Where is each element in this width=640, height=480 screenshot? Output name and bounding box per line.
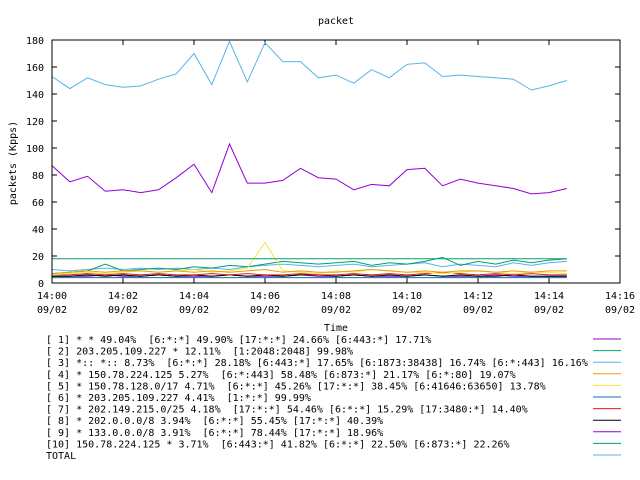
series-line [51,40,567,91]
x-tick-time: 14:12 [463,291,493,302]
x-tick-time: 14:08 [321,291,351,302]
legend-label: [ 4] * 150.78.224.125 5.27% [6:*:443] 58… [46,370,516,381]
plot-frame [51,39,621,284]
x-tick-time: 14:02 [108,291,138,302]
x-tick-time: 14:06 [250,291,280,302]
chart-title: packet [318,16,354,27]
y-tick-label: 180 [26,36,44,47]
x-tick-date: 09/02 [108,305,138,316]
legend-label: [ 2] 203.205.109.227 * 12.11% [1:2048:20… [46,347,353,358]
legend-label: [ 6] * 203.205.109.227 4.41% [1:*:*] 99.… [46,393,311,404]
series-line [51,142,567,195]
x-tick-date: 09/02 [463,305,493,316]
x-axis-label: Time [324,323,348,334]
y-tick-label: 80 [32,171,44,182]
x-tick-time: 14:00 [37,291,67,302]
legend-label: TOTAL [46,451,76,462]
legend-label: [ 8] * 202.0.0.0/8 3.94% [6:*:*] 55.45% … [46,416,383,427]
packet-chart: packet packets (Kpps) Time 0 20 40 60 80 100 1… [8,16,635,462]
x-tick-time: 14:16 [605,291,635,302]
x-tick-date: 09/02 [37,305,67,316]
y-tick-label: 40 [32,225,44,236]
x-tick-date: 09/02 [250,305,280,316]
series-lines [51,40,567,279]
y-tick-label: 140 [26,90,44,101]
x-tick-date: 09/02 [179,305,209,316]
y-tick-label: 20 [32,252,44,263]
y-tick-label: 0 [38,279,44,290]
y-tick-label: 100 [26,144,44,155]
x-tick-date: 09/02 [534,305,564,316]
legend-label: [10] 150.78.224.125 * 3.71% [6:443:*] 41… [46,439,510,450]
x-tick-date: 09/02 [605,305,635,316]
x-tick-date: 09/02 [321,305,351,316]
legend: [ 1] * * 49.04% [6:*:*] 49.90% [17:*:*] … [46,335,621,462]
legend-label: [ 5] * 150.78.128.0/17 4.71% [6:*:*] 45.… [46,381,546,392]
y-tick-label: 120 [26,117,44,128]
x-tick-time: 14:04 [179,291,209,302]
y-tick-label: 160 [26,63,44,74]
legend-label: [ 9] * 133.0.0.0/8 3.91% [6:*:*] 78.44% … [46,428,383,439]
x-tick-time: 14:10 [392,291,422,302]
x-tick-date: 09/02 [392,305,422,316]
x-tick-time: 14:14 [534,291,564,302]
legend-label: [ 1] * * 49.04% [6:*:*] 49.90% [17:*:*] … [46,335,431,346]
legend-label: [ 7] * 202.149.215.0/25 4.18% [17:*:*] 5… [46,405,528,416]
y-tick-label: 60 [32,198,44,209]
legend-label: [ 3] *:: *:: 8.73% [6:*:*] 28.18% [6:443… [46,358,588,369]
y-axis-label: packets (Kpps) [8,121,19,205]
y-ticks: 0 20 40 60 80 100 120 140 160 180 [26,36,620,290]
